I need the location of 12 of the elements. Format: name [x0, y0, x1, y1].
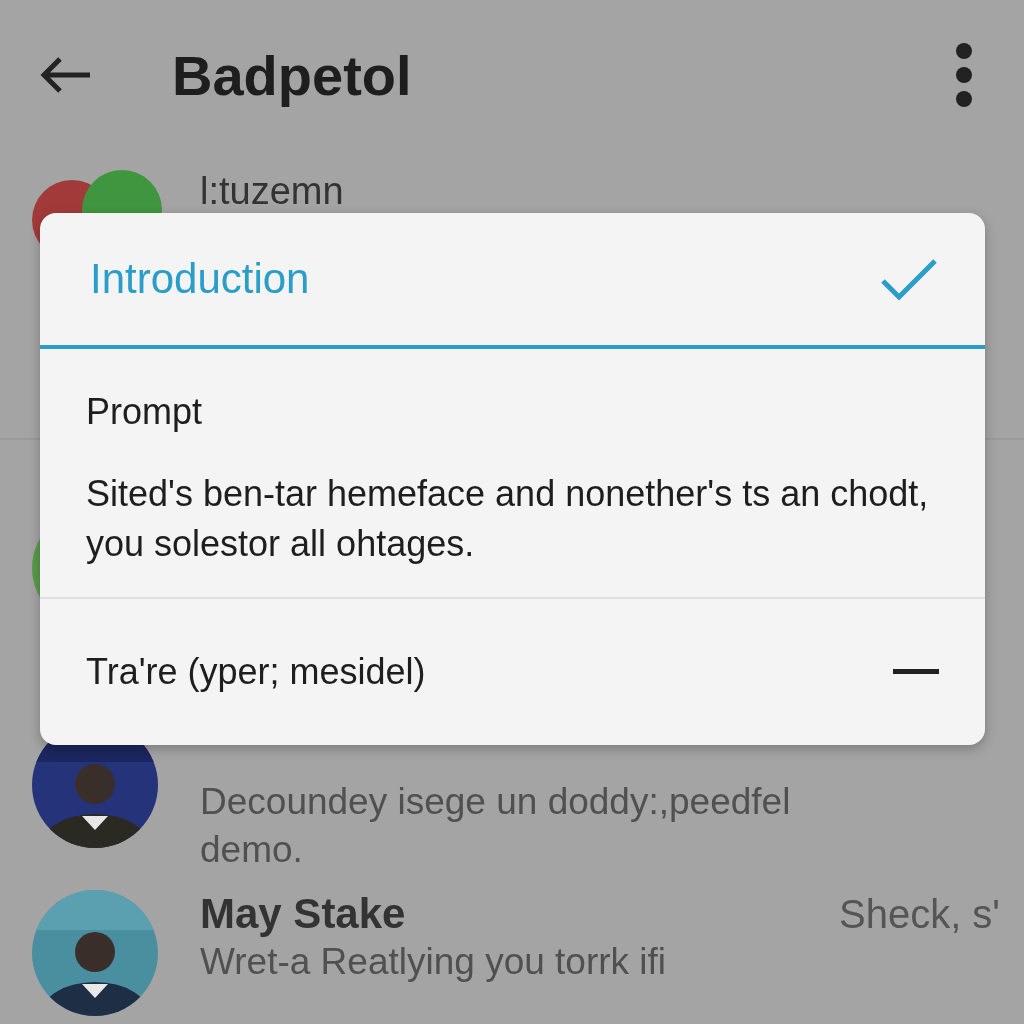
- option-label[interactable]: Tra're (yper; mesidel): [86, 651, 426, 693]
- screen-title: Badpetol: [172, 42, 413, 108]
- minus-icon[interactable]: [893, 669, 939, 675]
- contact-name: May Stake: [200, 890, 406, 938]
- message-time: Sheck, s': [838, 892, 1000, 937]
- message-preview: Wret-a Reatlying you torrk ifi: [200, 940, 668, 984]
- section-heading: Prompt: [86, 391, 204, 433]
- contact-name: l:tuzemn: [200, 170, 344, 213]
- prompt-text: Sited's ben-tar hemeface and nonether's ts an chodt, you solestor all ohtages.: [86, 472, 930, 567]
- more-menu-icon[interactable]: [954, 43, 974, 107]
- message-preview: Decoundey isege un doddy:,peedfel demo.: [200, 780, 792, 873]
- dialog-title: Introduction: [90, 255, 310, 303]
